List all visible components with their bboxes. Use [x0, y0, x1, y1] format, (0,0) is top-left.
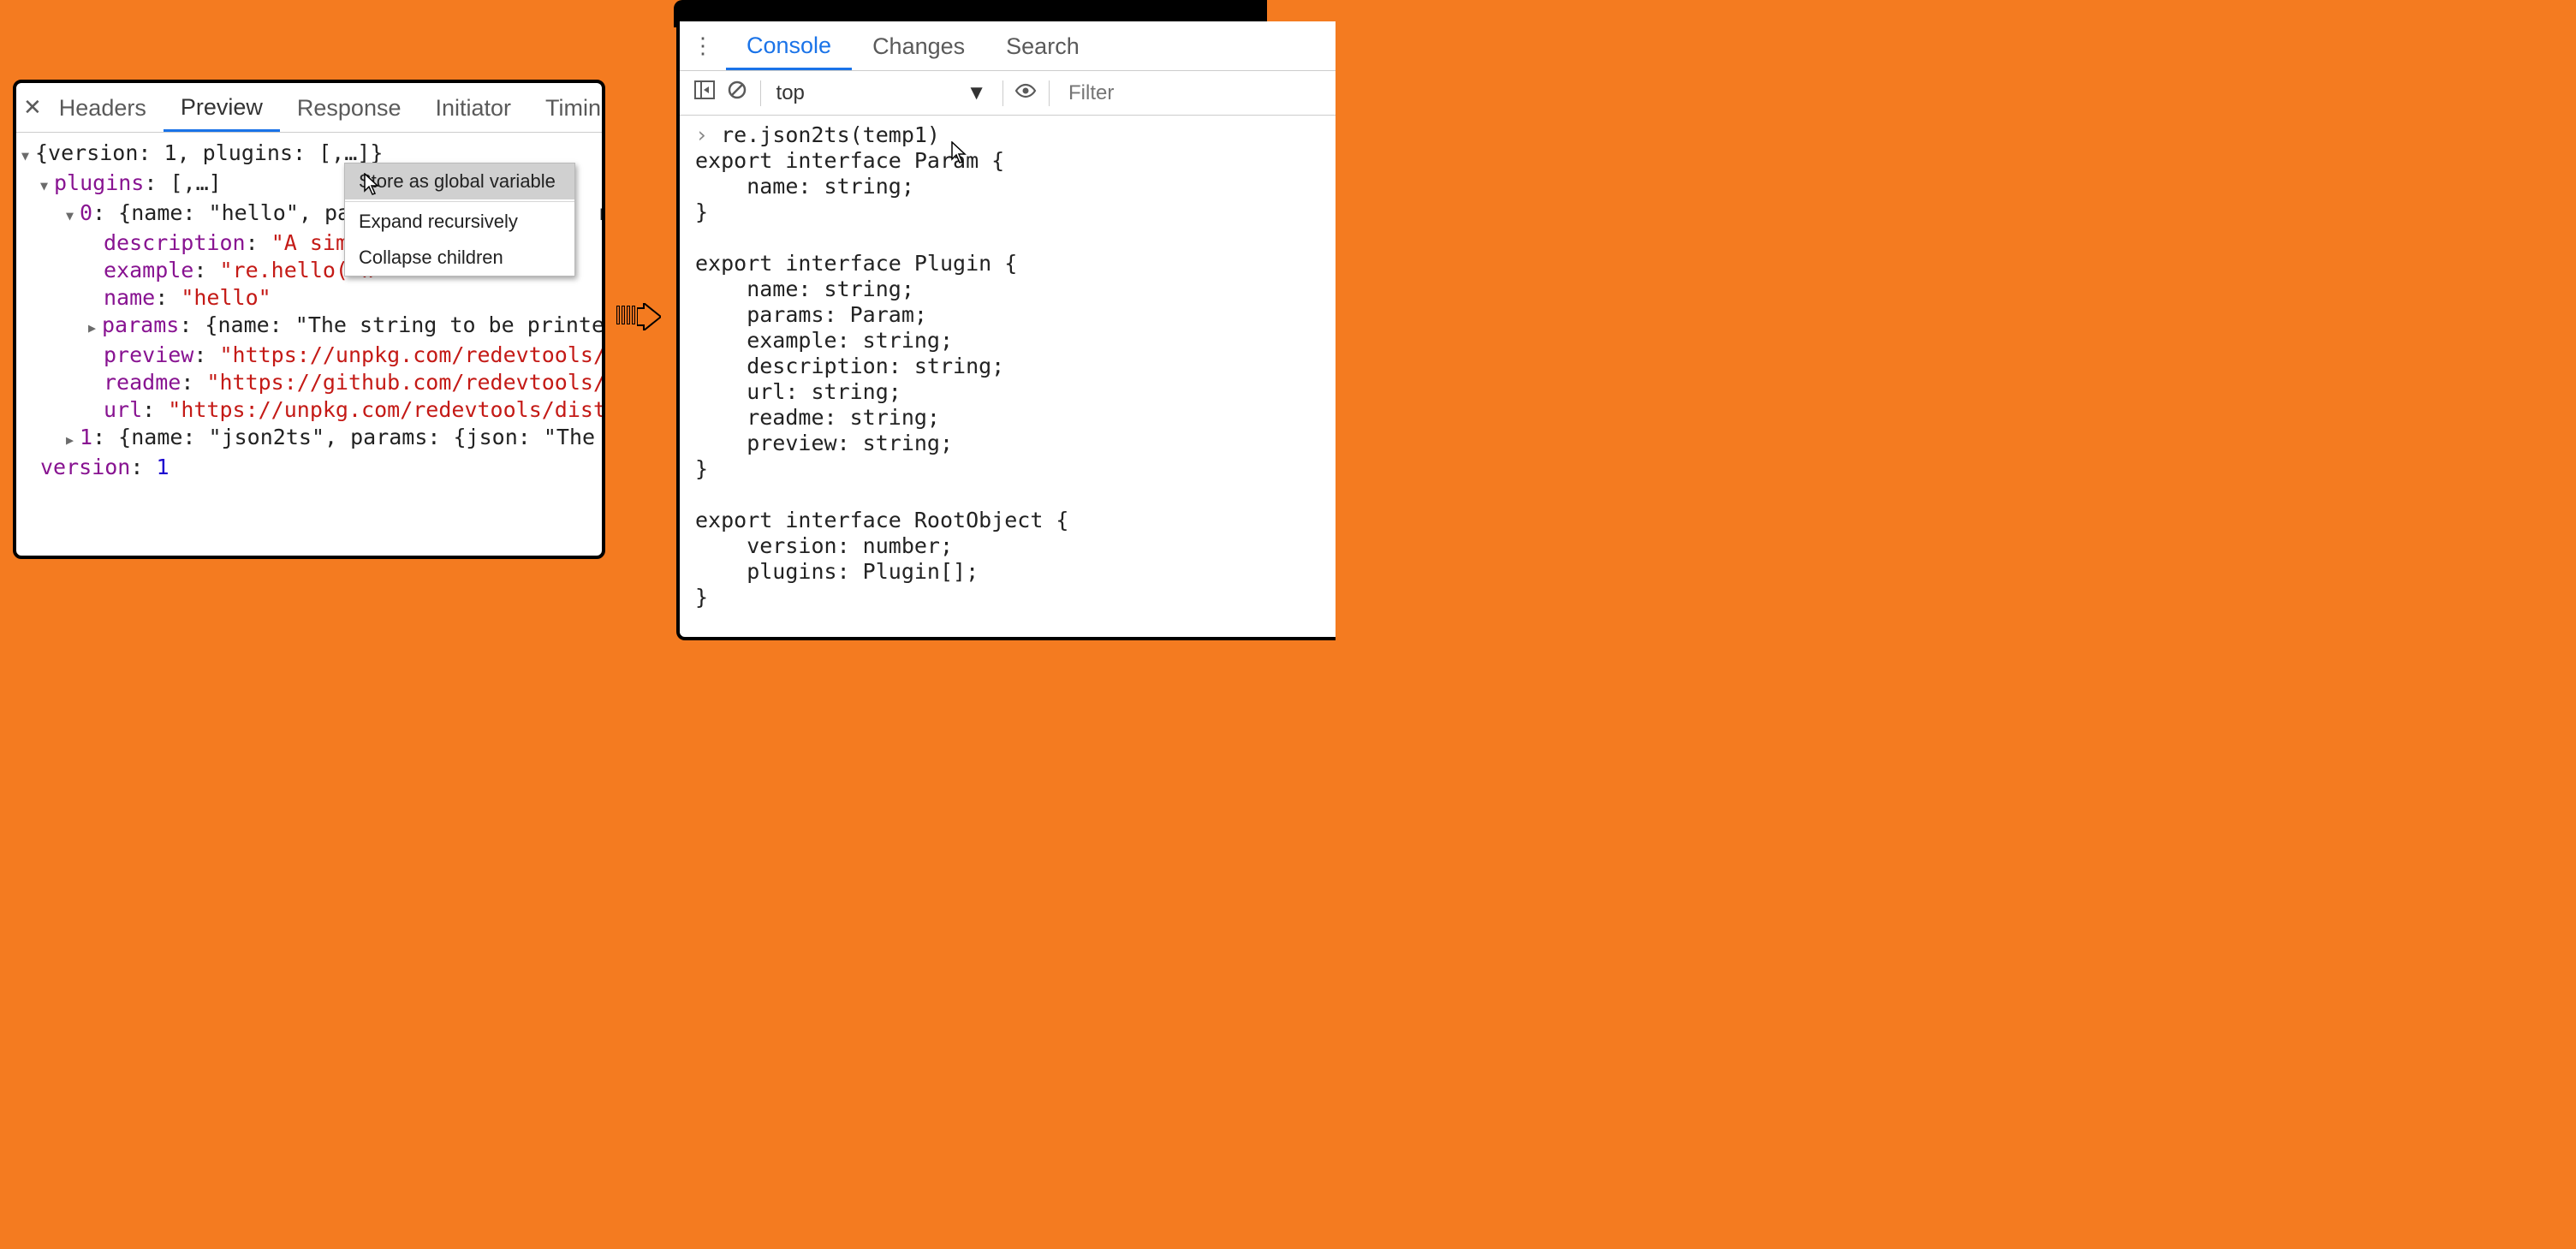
context-menu: Store as global variable Expand recursiv…: [344, 163, 575, 277]
network-tabstrip: ✕ Headers Preview Response Initiator Tim…: [16, 83, 602, 133]
context-selector[interactable]: top ▼: [770, 81, 994, 105]
devtools-console-panel: ⋮ Console Changes Search top ▼ › re.json…: [676, 21, 1336, 640]
tab-timing[interactable]: Timing: [528, 85, 605, 130]
live-expression-icon[interactable]: [1011, 81, 1040, 105]
json-root[interactable]: {version: 1, plugins: [,…]}: [35, 140, 383, 165]
tab-headers[interactable]: Headers: [42, 85, 164, 130]
json-key-preview: preview: [104, 342, 193, 367]
transition-arrow-icon: [616, 303, 661, 330]
json-key-params[interactable]: params: [102, 312, 179, 337]
json-key-version: version: [40, 455, 130, 479]
json-key-description: description: [104, 230, 246, 255]
menu-expand-recursively[interactable]: Expand recursively: [345, 204, 574, 240]
tab-initiator[interactable]: Initiator: [418, 85, 528, 130]
kebab-menu-icon[interactable]: ⋮: [680, 33, 726, 59]
chevron-down-icon: ▼: [967, 81, 987, 105]
json-plugins[interactable]: [,…]: [170, 170, 221, 195]
prompt-icon: ›: [695, 122, 721, 147]
json-key-name: name: [104, 285, 155, 310]
json-key-url: url: [104, 397, 142, 422]
menu-collapse-children[interactable]: Collapse children: [345, 240, 574, 276]
console-input-line: re.json2ts(temp1): [721, 122, 940, 147]
json-key-example: example: [104, 258, 193, 283]
tab-changes[interactable]: Changes: [852, 23, 985, 68]
clear-console-icon[interactable]: [723, 80, 752, 106]
json-item-1[interactable]: {name: "json2ts", params: {json: "The JS…: [118, 425, 605, 449]
tab-console[interactable]: Console: [726, 22, 852, 70]
console-output-text: export interface Param { name: string; }…: [695, 148, 1069, 610]
menu-store-global[interactable]: Store as global variable: [345, 164, 574, 199]
tab-preview[interactable]: Preview: [164, 84, 280, 132]
context-value: top: [776, 81, 805, 105]
console-output[interactable]: › re.json2ts(temp1) export interface Par…: [680, 116, 1336, 610]
devtools-tabstrip: ⋮ Console Changes Search: [680, 21, 1336, 71]
json-item-0[interactable]: {name: "hello", para: [118, 200, 376, 225]
tab-search[interactable]: Search: [985, 23, 1100, 68]
toggle-drawer-icon[interactable]: [690, 80, 719, 105]
console-toolbar: top ▼: [680, 71, 1336, 116]
filter-input[interactable]: [1058, 80, 1336, 106]
network-preview-panel: ✕ Headers Preview Response Initiator Tim…: [13, 80, 605, 559]
json-key-readme: readme: [104, 370, 181, 395]
tab-response[interactable]: Response: [280, 85, 419, 130]
close-icon[interactable]: ✕: [23, 94, 42, 121]
